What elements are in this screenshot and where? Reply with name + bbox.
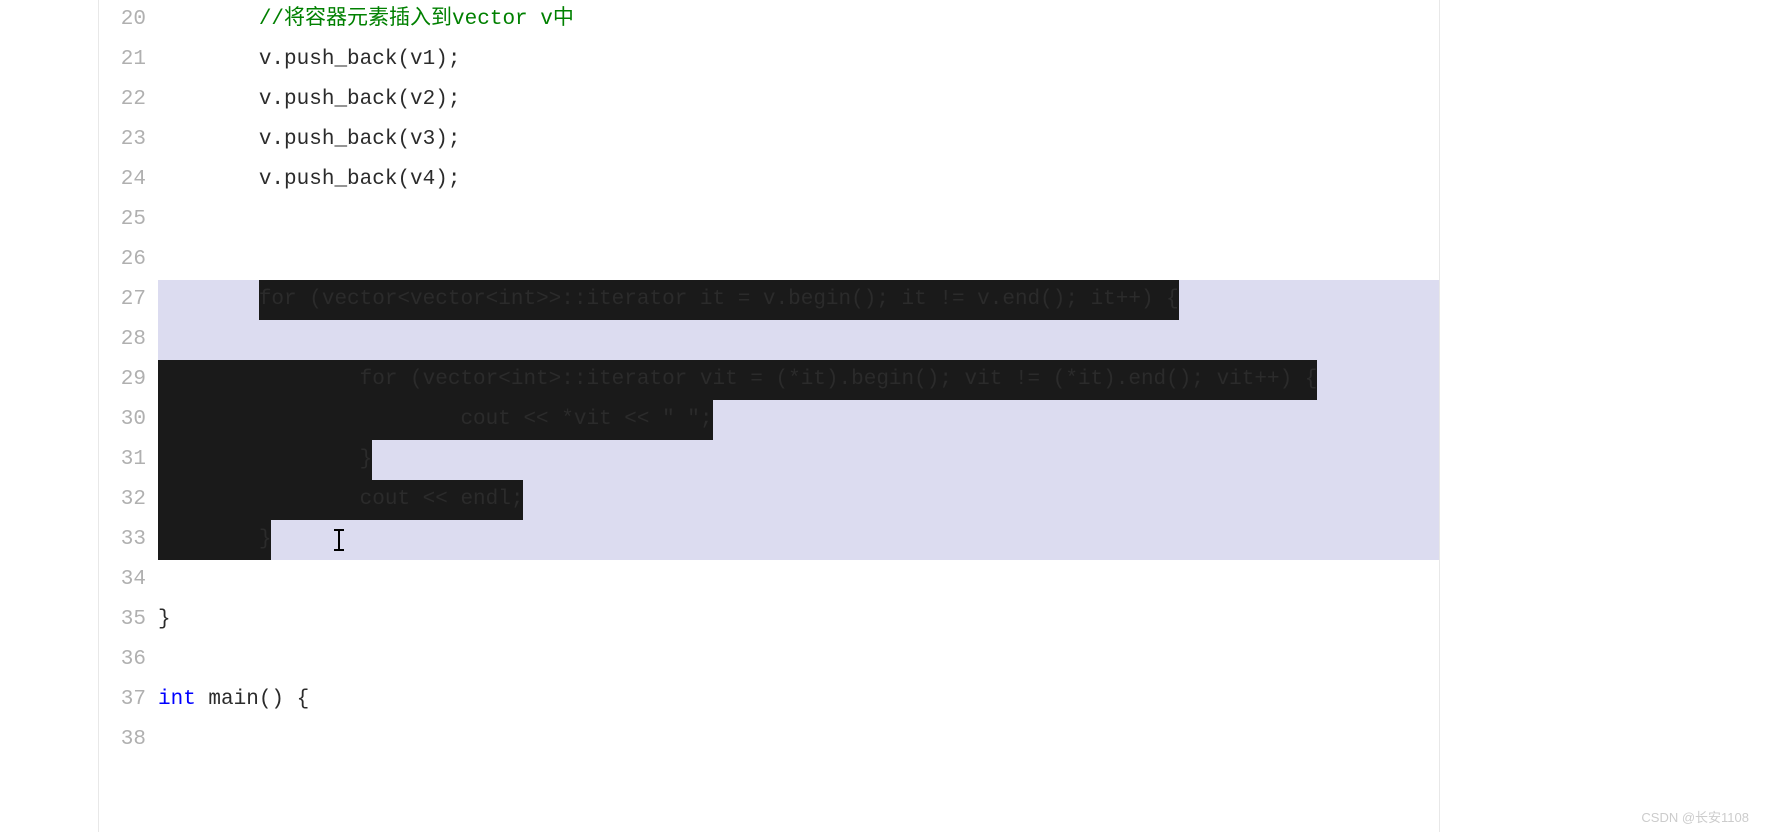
- code-editor[interactable]: 20212223242526272829303132333435363738 /…: [98, 0, 1440, 832]
- code-indent: [158, 40, 259, 80]
- code-line[interactable]: [158, 560, 1439, 600]
- code-text: v.push_back(v1);: [259, 40, 461, 80]
- code-line[interactable]: cout << *vit << " ";: [158, 400, 1439, 440]
- code-text: v.push_back(v2);: [259, 80, 461, 120]
- code-indent: [158, 280, 259, 320]
- code-line[interactable]: }: [158, 520, 1439, 560]
- code-comment: //将容器元素插入到vector v中: [259, 0, 574, 40]
- code-line[interactable]: for (vector<vector<int>>::iterator it = …: [158, 280, 1439, 320]
- code-line[interactable]: [158, 240, 1439, 280]
- code-text: v.push_back(v4);: [259, 160, 461, 200]
- line-number: 37: [98, 680, 146, 720]
- code-line[interactable]: [158, 720, 1439, 760]
- line-number: 35: [98, 600, 146, 640]
- text-cursor-icon: [338, 529, 340, 551]
- line-number: 24: [98, 160, 146, 200]
- code-text: v.push_back(v3);: [259, 120, 461, 160]
- code-indent: [158, 80, 259, 120]
- code-line[interactable]: v.push_back(v4);: [158, 160, 1439, 200]
- code-text: }: [158, 440, 372, 480]
- line-number-gutter: 20212223242526272829303132333435363738: [98, 0, 158, 832]
- line-number: 28: [98, 320, 146, 360]
- line-number: 31: [98, 440, 146, 480]
- line-number: 25: [98, 200, 146, 240]
- line-number: 26: [98, 240, 146, 280]
- code-content-area[interactable]: //将容器元素插入到vector v中 v.push_back(v1); v.p…: [158, 0, 1439, 832]
- code-line[interactable]: v.push_back(v3);: [158, 120, 1439, 160]
- code-indent: [158, 0, 259, 40]
- code-text: }: [158, 520, 271, 560]
- line-number: 38: [98, 720, 146, 760]
- code-text: cout << endl;: [158, 480, 523, 520]
- code-text: main() {: [208, 680, 309, 720]
- code-text: cout << *vit << " ";: [158, 400, 713, 440]
- code-indent: [158, 120, 259, 160]
- code-keyword: int: [158, 680, 208, 720]
- code-line[interactable]: }: [158, 440, 1439, 480]
- line-number: 36: [98, 640, 146, 680]
- code-line[interactable]: }: [158, 600, 1439, 640]
- code-line[interactable]: cout << endl;: [158, 480, 1439, 520]
- line-number: 30: [98, 400, 146, 440]
- code-text: for (vector<int>::iterator vit = (*it).b…: [158, 360, 1317, 400]
- code-line[interactable]: [158, 640, 1439, 680]
- code-line[interactable]: [158, 320, 1439, 360]
- code-line[interactable]: [158, 200, 1439, 240]
- line-number: 21: [98, 40, 146, 80]
- line-number: 34: [98, 560, 146, 600]
- code-text: for (vector<vector<int>>::iterator it = …: [259, 280, 1179, 320]
- code-line[interactable]: v.push_back(v1);: [158, 40, 1439, 80]
- code-line[interactable]: int main() {: [158, 680, 1439, 720]
- line-number: 32: [98, 480, 146, 520]
- line-number: 23: [98, 120, 146, 160]
- code-text: }: [158, 600, 171, 640]
- code-line[interactable]: v.push_back(v2);: [158, 80, 1439, 120]
- code-line[interactable]: for (vector<int>::iterator vit = (*it).b…: [158, 360, 1439, 400]
- line-number: 22: [98, 80, 146, 120]
- watermark-text: CSDN @长安1108: [1641, 807, 1749, 826]
- code-line[interactable]: //将容器元素插入到vector v中: [158, 0, 1439, 40]
- line-number: 27: [98, 280, 146, 320]
- line-number: 20: [98, 0, 146, 40]
- code-indent: [158, 160, 259, 200]
- line-number: 29: [98, 360, 146, 400]
- line-number: 33: [98, 520, 146, 560]
